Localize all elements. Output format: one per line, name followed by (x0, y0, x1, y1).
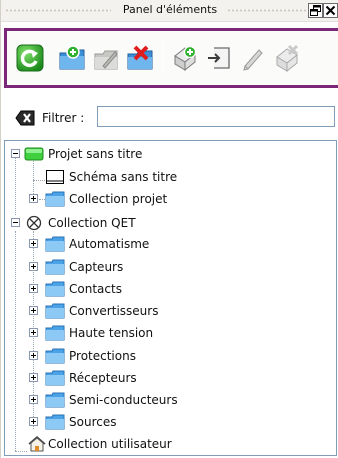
tree-item-label: Contacts (69, 282, 122, 296)
tree-item-label: Protections (69, 349, 136, 363)
close-button[interactable] (323, 3, 338, 18)
tree-item-label: Collection utilisateur (48, 437, 172, 451)
tree-item-semi-conducteurs[interactable]: Semi-conducteurs (5, 391, 335, 409)
new-element-button[interactable] (170, 43, 200, 73)
expand-toggle[interactable] (29, 395, 38, 404)
new-category-icon (59, 45, 85, 70)
tree-item-label: Automatisme (69, 237, 150, 251)
tree-item-schema[interactable]: Schéma sans titre (5, 168, 335, 186)
tree-item-label: Collection QET (48, 216, 136, 230)
expand-toggle[interactable] (29, 239, 38, 248)
tree-item-label: Capteurs (69, 260, 124, 274)
tree-item-capteurs[interactable]: Capteurs (5, 258, 335, 276)
drag-grip-right[interactable] (227, 9, 309, 12)
drag-grip-left[interactable] (5, 9, 111, 12)
qet-collection-icon (26, 215, 42, 231)
folder-icon (45, 325, 65, 341)
delete-category-button[interactable] (125, 43, 155, 73)
edit-category-icon (94, 50, 118, 70)
new-category-button[interactable] (57, 43, 87, 73)
tree-item-protections[interactable]: Protections (5, 347, 335, 365)
expand-toggle[interactable] (29, 373, 38, 382)
elements-tree[interactable]: Projet sans titre Schéma sans titre Coll… (4, 140, 337, 456)
tree-item-contacts[interactable]: Contacts (5, 280, 335, 298)
elements-panel: Panel d'éléments Filtrer: Projet sans t… (0, 0, 338, 458)
tree-item-label: Convertisseurs (69, 304, 159, 318)
folder-icon (45, 370, 65, 386)
folder-icon (45, 259, 65, 275)
tree-item-label: Haute tension (69, 326, 154, 340)
folder-icon (45, 348, 65, 364)
collapse-toggle[interactable] (11, 149, 20, 158)
home-icon (28, 436, 46, 452)
expand-toggle[interactable] (29, 194, 38, 203)
close-icon (325, 5, 336, 16)
expand-toggle[interactable] (29, 306, 38, 315)
tree-item-automatisme[interactable]: Automatisme (5, 235, 335, 253)
new-element-icon (174, 45, 197, 72)
filter-row: Filtrer : (1, 104, 338, 132)
tree-item-label: Schéma sans titre (69, 170, 178, 184)
tree-item-sources[interactable]: Sources (5, 413, 335, 431)
panel-title-bar[interactable]: Panel d'éléments (1, 0, 338, 22)
float-button[interactable] (308, 3, 323, 18)
tree-item-label: Semi-conducteurs (69, 393, 178, 407)
edit-category-button[interactable] (91, 43, 121, 73)
clear-filter-icon[interactable] (15, 110, 35, 126)
tree-item-user-collection[interactable]: Collection utilisateur (5, 435, 335, 453)
edit-element-icon (243, 49, 263, 71)
reload-button[interactable] (15, 43, 45, 73)
tree-item-convertisseurs[interactable]: Convertisseurs (5, 302, 335, 320)
folder-icon (45, 191, 65, 207)
folder-icon (45, 281, 65, 297)
filter-label: Filtrer : (42, 111, 85, 125)
import-element-button[interactable] (204, 43, 234, 73)
tree-item-label: Projet sans titre (48, 147, 143, 161)
schema-icon (46, 170, 64, 184)
tree-item-haute-tension[interactable]: Haute tension (5, 324, 335, 342)
tree-item-qet-collection[interactable]: Collection QET (5, 214, 335, 232)
tree-item-label: Collection projet (69, 192, 168, 206)
expand-toggle[interactable] (29, 284, 38, 293)
folder-icon (45, 414, 65, 430)
tree-item-label: Récepteurs (69, 371, 137, 385)
folder-icon (45, 236, 65, 252)
import-element-icon (208, 47, 230, 69)
delete-element-icon (276, 44, 299, 72)
tree-item-project[interactable]: Projet sans titre (5, 145, 335, 163)
expand-toggle[interactable] (29, 417, 38, 426)
tree-item-recepteurs[interactable]: Récepteurs (5, 369, 335, 387)
tree-item-label: Sources (69, 415, 117, 429)
panel-title: Panel d'éléments (122, 3, 218, 16)
reload-icon (16, 44, 44, 72)
delete-category-icon (127, 45, 153, 70)
expand-toggle[interactable] (29, 262, 38, 271)
folder-icon (45, 392, 65, 408)
restore-window-icon (310, 5, 321, 16)
filter-input[interactable] (97, 106, 335, 127)
tree-item-project-collection[interactable]: Collection projet (5, 190, 335, 208)
expand-toggle[interactable] (29, 351, 38, 360)
delete-element-button[interactable] (272, 43, 302, 73)
project-icon (24, 147, 44, 161)
toolbar-separator (162, 40, 163, 76)
edit-element-button[interactable] (238, 43, 268, 73)
folder-icon (45, 303, 65, 319)
expand-toggle[interactable] (29, 328, 38, 337)
element-toolbar (4, 28, 338, 88)
collapse-toggle[interactable] (11, 218, 20, 227)
